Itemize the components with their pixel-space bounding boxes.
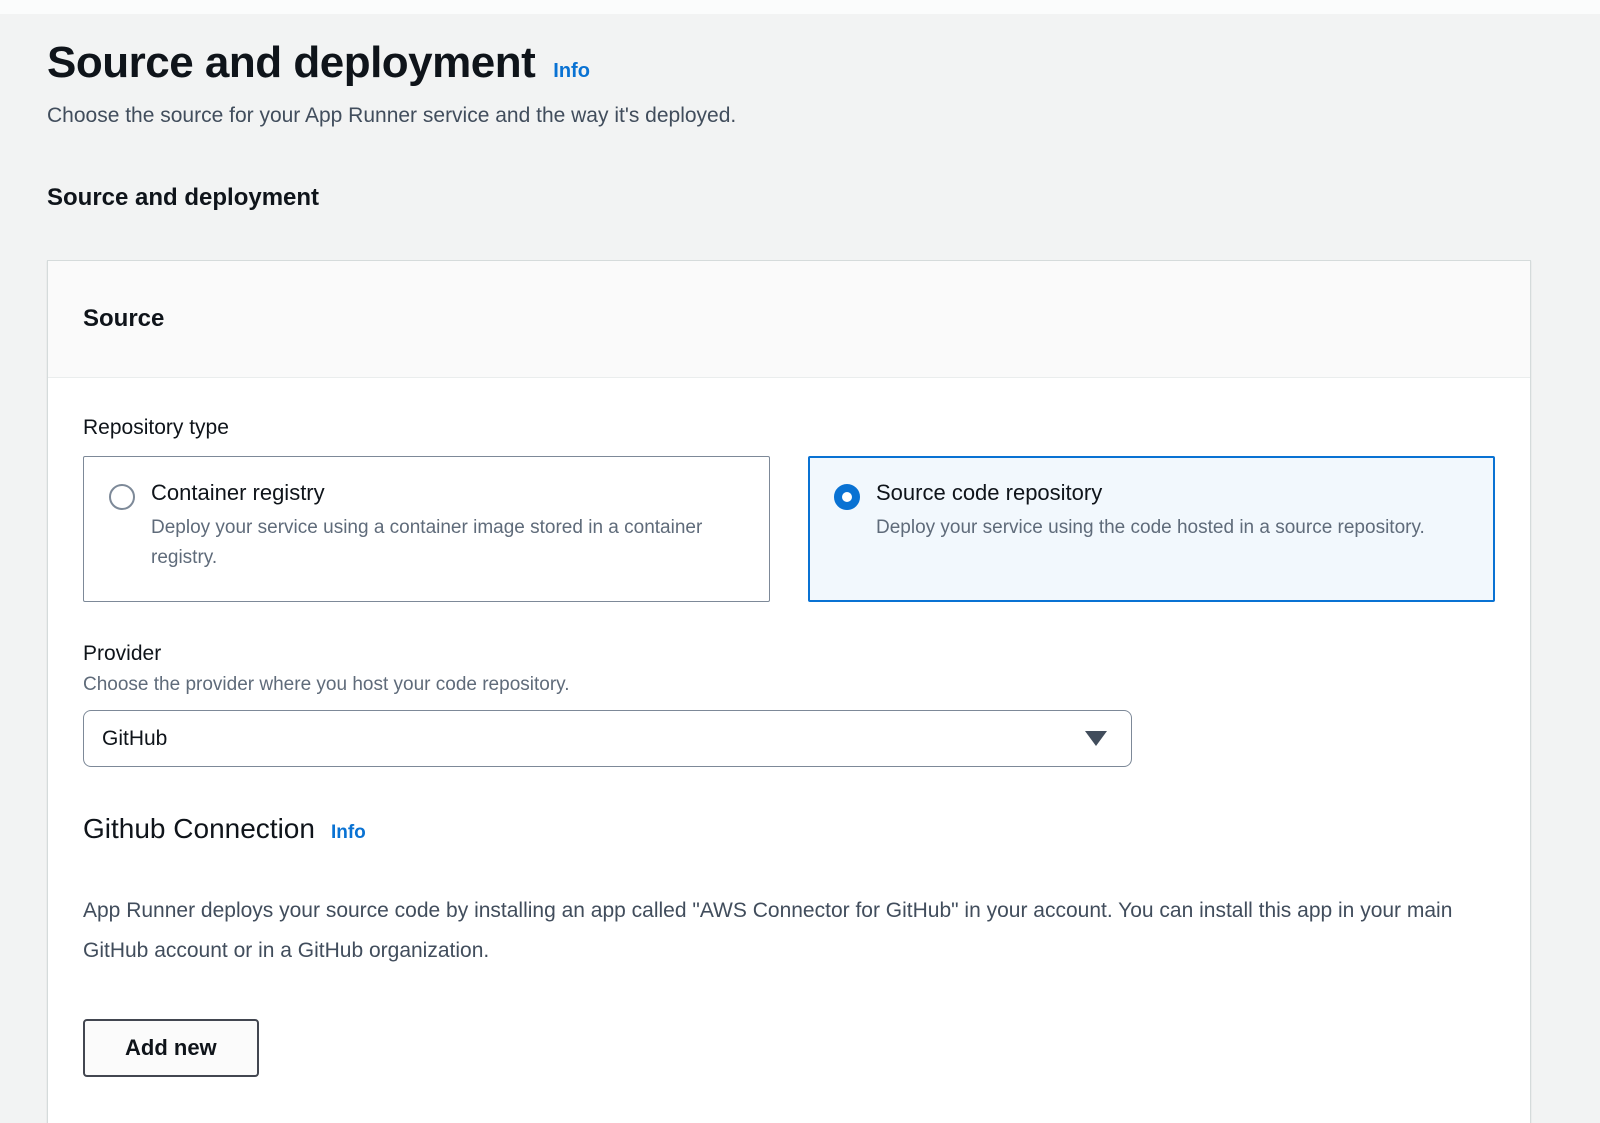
top-strip	[0, 0, 1600, 14]
source-card-body: Repository type Container registry Deplo…	[48, 378, 1530, 1123]
provider-field: Provider Choose the provider where you h…	[83, 642, 1495, 767]
provider-select-value: GitHub	[102, 727, 167, 751]
page-subtitle: Choose the source for your App Runner se…	[47, 104, 1531, 128]
page-title-info-link[interactable]: Info	[553, 60, 590, 83]
radio-button-checked-icon[interactable]	[834, 484, 860, 510]
tile-source-code-repository[interactable]: Source code repository Deploy your servi…	[808, 456, 1495, 602]
github-connection-info-link[interactable]: Info	[331, 822, 366, 844]
github-connection-heading: Github Connection	[83, 813, 315, 845]
radio-button-unchecked-icon[interactable]	[109, 484, 135, 510]
provider-label: Provider	[83, 642, 1495, 666]
add-new-button[interactable]: Add new	[83, 1019, 259, 1077]
tile-description: Deploy your service using the code hoste…	[876, 513, 1425, 543]
tile-description: Deploy your service using a container im…	[151, 513, 744, 573]
tile-container-registry[interactable]: Container registry Deploy your service u…	[83, 456, 770, 602]
tile-title: Container registry	[151, 480, 744, 506]
page-title: Source and deployment	[47, 38, 535, 88]
source-card-header: Source	[48, 261, 1530, 378]
page-title-row: Source and deployment Info	[47, 38, 1531, 88]
source-card-title: Source	[83, 305, 164, 333]
github-connection-heading-row: Github Connection Info	[83, 813, 1495, 845]
repository-type-tiles: Container registry Deploy your service u…	[83, 456, 1495, 602]
chevron-down-icon	[1085, 731, 1107, 746]
source-and-deployment-page: Source and deployment Info Choose the so…	[0, 14, 1600, 1123]
provider-select[interactable]: GitHub	[83, 710, 1132, 767]
section-heading: Source and deployment	[47, 184, 1531, 212]
provider-description: Choose the provider where you host your …	[83, 674, 1495, 696]
tile-content: Container registry Deploy your service u…	[151, 480, 744, 578]
tile-content: Source code repository Deploy your servi…	[876, 480, 1425, 578]
tile-title: Source code repository	[876, 480, 1425, 506]
github-connection-description: App Runner deploys your source code by i…	[83, 891, 1458, 971]
repository-type-label: Repository type	[83, 416, 1495, 440]
source-card: Source Repository type Container registr…	[47, 260, 1531, 1123]
